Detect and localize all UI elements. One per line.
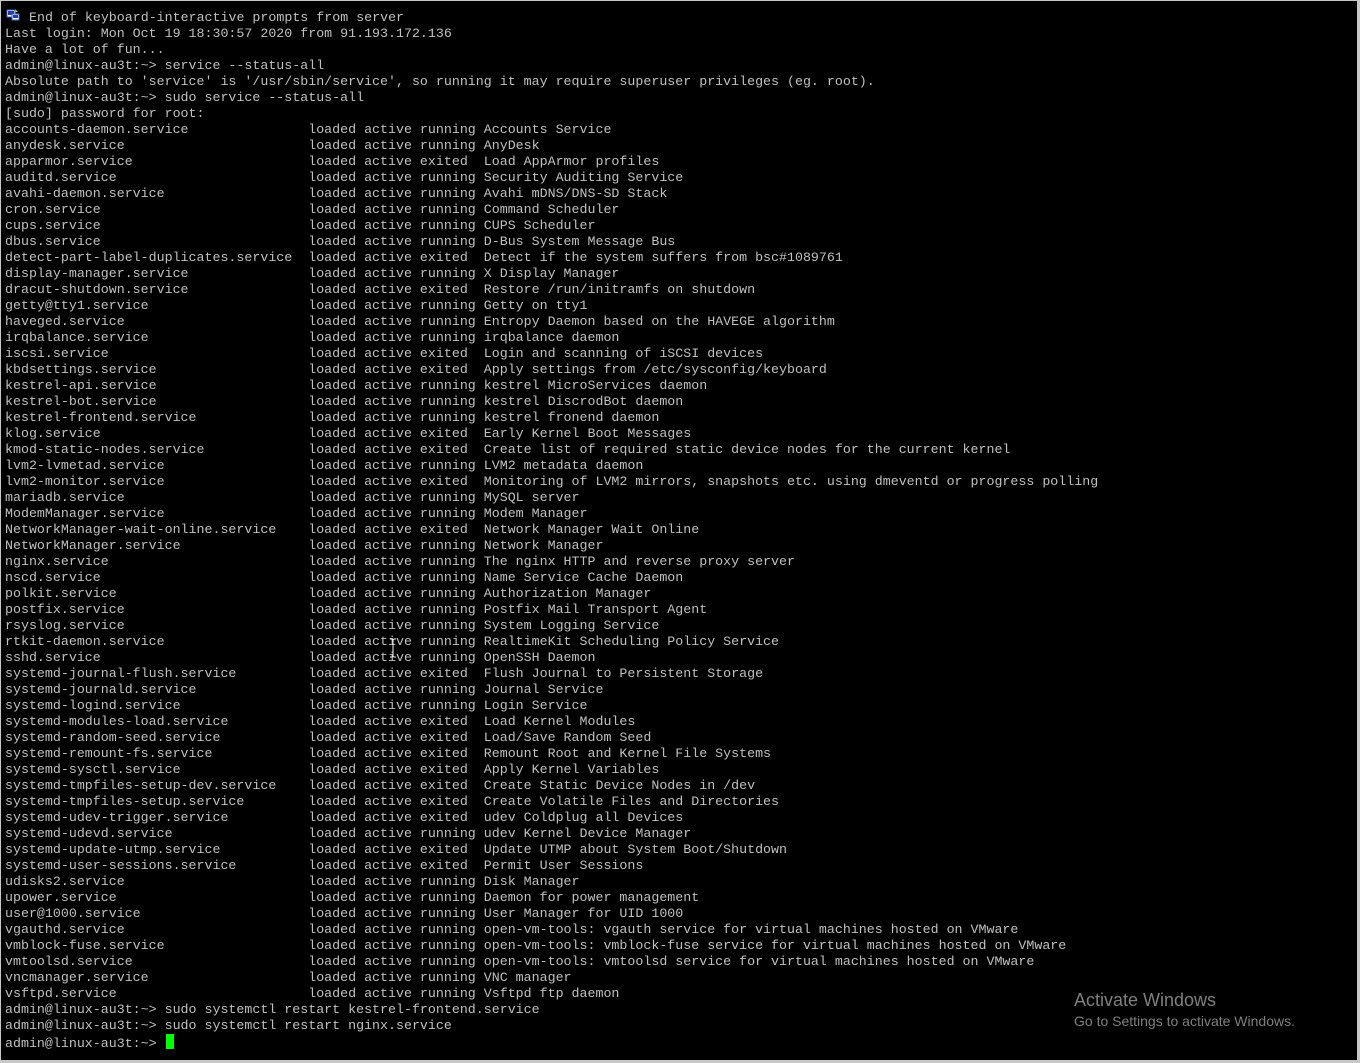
terminal-line: user@1000.service loaded active running … — [5, 906, 684, 921]
terminal-line: admin@linux-au3t:~> sudo systemctl resta… — [5, 1002, 540, 1017]
terminal-line: dbus.service loaded active running D-Bus… — [5, 234, 676, 249]
terminal-line: nginx.service loaded active running The … — [5, 554, 795, 569]
terminal-line: nscd.service loaded active running Name … — [5, 570, 684, 585]
terminal-line: avahi-daemon.service loaded active runni… — [5, 186, 668, 201]
terminal-line: systemd-sysctl.service loaded active exi… — [5, 762, 660, 777]
terminal-line: kestrel-bot.service loaded active runnin… — [5, 394, 684, 409]
terminal-line: NetworkManager-wait-online.service loade… — [5, 522, 700, 537]
terminal-line: Last login: Mon Oct 19 18:30:57 2020 fro… — [5, 26, 452, 41]
terminal-line: vsftpd.service loaded active running Vsf… — [5, 986, 620, 1001]
terminal-line: systemd-remount-fs.service loaded active… — [5, 746, 772, 761]
terminal-line: vmblock-fuse.service loaded active runni… — [5, 938, 1067, 953]
terminal-line: systemd-logind.service loaded active run… — [5, 698, 588, 713]
terminal-line: systemd-modules-load.service loaded acti… — [5, 714, 636, 729]
terminal-line: [sudo] password for root: — [5, 106, 205, 121]
terminal-line: accounts-daemon.service loaded active ru… — [5, 122, 612, 137]
terminal-line: lvm2-monitor.service loaded active exite… — [5, 474, 1099, 489]
terminal-line: admin@linux-au3t:~> sudo service --statu… — [5, 90, 365, 105]
terminal-line: dracut-shutdown.service loaded active ex… — [5, 282, 756, 297]
terminal-output[interactable]: End of keyboard-interactive prompts from… — [5, 10, 1099, 1051]
terminal-window[interactable]: End of keyboard-interactive prompts from… — [1, 1, 1357, 1060]
terminal-line: getty@tty1.service loaded active running… — [5, 298, 588, 313]
active-prompt-line[interactable]: admin@linux-au3t:~> — [5, 1034, 1098, 1051]
terminal-line: systemd-journald.service loaded active r… — [5, 682, 604, 697]
terminal-line: klog.service loaded active exited Early … — [5, 426, 692, 441]
terminal-line: systemd-user-sessions.service loaded act… — [5, 858, 644, 873]
terminal-line: upower.service loaded active running Dae… — [5, 890, 700, 905]
terminal-line: systemd-update-utmp.service loaded activ… — [5, 842, 787, 857]
terminal-line: vmtoolsd.service loaded active running o… — [5, 954, 1035, 969]
terminal-line: rtkit-daemon.service loaded active runni… — [5, 634, 780, 649]
terminal-line: Absolute path to 'service' is '/usr/sbin… — [5, 74, 875, 89]
terminal-line: detect-part-label-duplicates.service loa… — [5, 250, 843, 265]
terminal-line: admin@linux-au3t:~> service --status-all — [5, 58, 325, 73]
terminal-line: systemd-random-seed.service loaded activ… — [5, 730, 652, 745]
terminal-line: systemd-tmpfiles-setup-dev.service loade… — [5, 778, 756, 793]
terminal-cursor — [165, 1034, 174, 1049]
terminal-line: polkit.service loaded active running Aut… — [5, 586, 652, 601]
text-cursor-icon — [390, 638, 396, 658]
terminal-line: irqbalance.service loaded active running… — [5, 330, 620, 345]
terminal-line: systemd-journal-flush.service loaded act… — [5, 666, 764, 681]
terminal-line: kbdsettings.service loaded active exited… — [5, 362, 827, 377]
terminal-line: lvm2-lvmetad.service loaded active runni… — [5, 458, 644, 473]
terminal-line: kmod-static-nodes.service loaded active … — [5, 442, 1011, 457]
terminal-line: sshd.service loaded active running OpenS… — [5, 650, 596, 665]
terminal-line: NetworkManager.service loaded active run… — [5, 538, 604, 553]
terminal-line: apparmor.service loaded active exited Lo… — [5, 154, 660, 169]
terminal-line: auditd.service loaded active running Sec… — [5, 170, 684, 185]
terminal-line: ModemManager.service loaded active runni… — [5, 506, 588, 521]
terminal-line: kestrel-api.service loaded active runnin… — [5, 378, 708, 393]
terminal-line: haveged.service loaded active running En… — [5, 314, 835, 329]
watermark-subtitle: Go to Settings to activate Windows. — [1074, 1013, 1295, 1029]
terminal-line: rsyslog.service loaded active running Sy… — [5, 618, 660, 633]
prompt-text: admin@linux-au3t:~> — [5, 1036, 165, 1051]
terminal-line: Have a lot of fun... — [5, 42, 165, 57]
terminal-line: vncmanager.service loaded active running… — [5, 970, 572, 985]
terminal-line: systemd-udev-trigger.service loaded acti… — [5, 810, 684, 825]
terminal-line: kestrel-frontend.service loaded active r… — [5, 410, 660, 425]
terminal-line: systemd-tmpfiles-setup.service loaded ac… — [5, 794, 780, 809]
terminal-line: cron.service loaded active running Comma… — [5, 202, 620, 217]
terminal-line: cups.service loaded active running CUPS … — [5, 218, 596, 233]
activate-windows-watermark: Activate Windows Go to Settings to activ… — [1074, 989, 1295, 1030]
terminal-line: mariadb.service loaded active running My… — [5, 490, 580, 505]
watermark-title: Activate Windows — [1074, 990, 1217, 1010]
terminal-line: udisks2.service loaded active running Di… — [5, 874, 580, 889]
terminal-line: postfix.service loaded active running Po… — [5, 602, 708, 617]
terminal-line: anydesk.service loaded active running An… — [5, 138, 540, 153]
terminal-line: systemd-udevd.service loaded active runn… — [5, 826, 692, 841]
terminal-line: admin@linux-au3t:~> sudo systemctl resta… — [5, 1018, 452, 1033]
terminal-line: vgauthd.service loaded active running op… — [5, 922, 1019, 937]
terminal-line: End of keyboard-interactive prompts from… — [29, 10, 405, 25]
terminal-line: display-manager.service loaded active ru… — [5, 266, 620, 281]
terminal-line: iscsi.service loaded active exited Login… — [5, 346, 764, 361]
